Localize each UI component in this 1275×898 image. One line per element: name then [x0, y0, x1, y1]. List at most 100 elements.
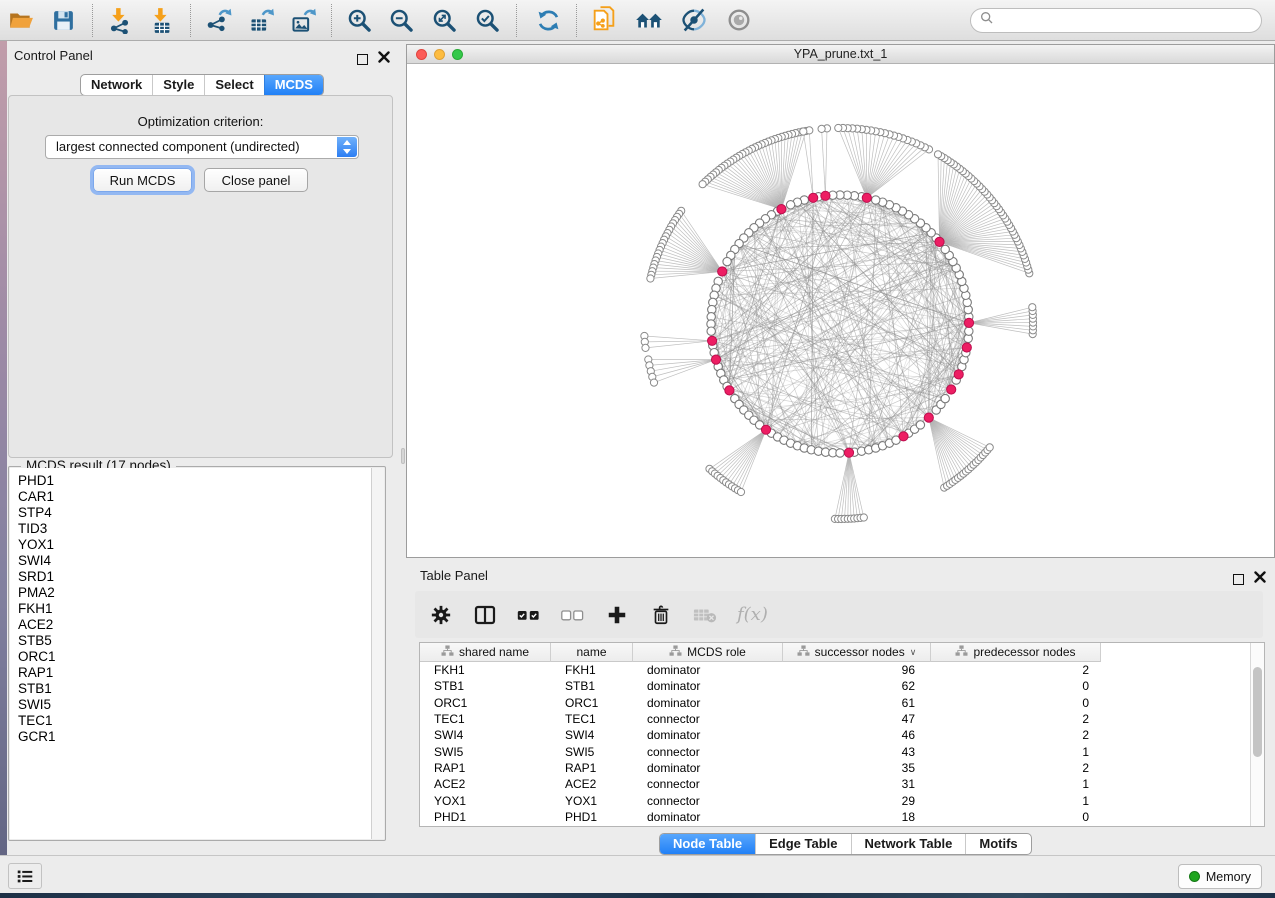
- export-network-icon[interactable]: [203, 5, 233, 35]
- mcds-result-item[interactable]: RAP1: [10, 665, 384, 681]
- network-canvas[interactable]: [407, 65, 1274, 557]
- zoom-in-icon[interactable]: [344, 5, 374, 35]
- table-row[interactable]: RAP1RAP1dominator352: [420, 760, 1250, 776]
- tab-edge-table[interactable]: Edge Table: [755, 834, 850, 854]
- zoom-fit-icon[interactable]: [429, 5, 459, 35]
- memory-button[interactable]: Memory: [1178, 864, 1262, 889]
- table-row[interactable]: ORC1ORC1dominator610: [420, 695, 1250, 711]
- table-row[interactable]: TEC1TEC1connector472: [420, 711, 1250, 727]
- network-window-titlebar[interactable]: YPA_prune.txt_1: [407, 45, 1274, 64]
- close-panel-button[interactable]: Close panel: [204, 168, 308, 192]
- mcds-result-item[interactable]: CAR1: [10, 489, 384, 505]
- table-scrollbar-thumb[interactable]: [1253, 667, 1262, 757]
- show-all-houses-icon[interactable]: [634, 5, 664, 35]
- splitter-handle[interactable]: [401, 448, 405, 464]
- close-panel-icon[interactable]: [378, 50, 390, 68]
- float-panel-icon[interactable]: [1233, 574, 1244, 585]
- shared-column-icon: [955, 645, 968, 660]
- mcds-result-item[interactable]: TEC1: [10, 713, 384, 729]
- table-row[interactable]: FKH1FKH1dominator962: [420, 662, 1250, 678]
- tab-motifs[interactable]: Motifs: [965, 834, 1030, 854]
- column-header-shared-name[interactable]: shared name: [420, 643, 551, 662]
- mcds-result-item[interactable]: ORC1: [10, 649, 384, 665]
- export-table-icon[interactable]: [245, 5, 275, 35]
- mcds-result-item[interactable]: YOX1: [10, 537, 384, 553]
- mcds-result-item[interactable]: TID3: [10, 521, 384, 537]
- mcds-result-item[interactable]: STB1: [10, 681, 384, 697]
- mcds-list-scrollbar[interactable]: [371, 468, 384, 839]
- float-panel-icon[interactable]: [357, 54, 368, 65]
- network-window: YPA_prune.txt_1: [406, 44, 1275, 558]
- tab-network[interactable]: Network: [81, 75, 152, 95]
- open-file-icon[interactable]: [6, 5, 36, 35]
- mcds-result-item[interactable]: SWI5: [10, 697, 384, 713]
- table-cell: connector: [633, 712, 783, 726]
- mcds-result-item[interactable]: STP4: [10, 505, 384, 521]
- hide-selected-icon[interactable]: [679, 5, 709, 35]
- table-row[interactable]: PHD1PHD1dominator180: [420, 809, 1250, 825]
- column-header-mcds-role[interactable]: MCDS role: [633, 643, 783, 662]
- desktop-wallpaper-strip: [0, 893, 1275, 898]
- network-window-title: YPA_prune.txt_1: [407, 47, 1274, 61]
- import-network-icon[interactable]: [104, 5, 134, 35]
- save-session-icon[interactable]: [48, 5, 78, 35]
- import-table-icon[interactable]: [146, 5, 176, 35]
- tab-network-table[interactable]: Network Table: [851, 834, 966, 854]
- table-cell: 1: [931, 745, 1101, 759]
- table-row[interactable]: SWI5SWI5connector431: [420, 743, 1250, 759]
- mcds-result-item[interactable]: FKH1: [10, 601, 384, 617]
- mcds-result-item[interactable]: STB5: [10, 633, 384, 649]
- mcds-result-item[interactable]: SWI4: [10, 553, 384, 569]
- column-layout-icon[interactable]: [473, 603, 497, 627]
- mcds-result-item[interactable]: SRD1: [10, 569, 384, 585]
- select-all-columns-icon[interactable]: [517, 603, 541, 627]
- table-panel-tabs: Node TableEdge TableNetwork TableMotifs: [659, 833, 1032, 855]
- mcds-result-item[interactable]: GCR1: [10, 729, 384, 745]
- tab-style[interactable]: Style: [152, 75, 204, 95]
- table-toolbar: f(x): [415, 591, 1263, 638]
- table-row[interactable]: YOX1YOX1connector291: [420, 792, 1250, 808]
- unselect-all-columns-icon[interactable]: [561, 603, 585, 627]
- table-cell: 1: [931, 794, 1101, 808]
- table-cell: connector: [633, 745, 783, 759]
- optimization-criterion-value: largest connected component (undirected): [56, 139, 300, 154]
- table-cell: 43: [783, 745, 931, 759]
- tab-select[interactable]: Select: [204, 75, 263, 95]
- table-cell: SWI5: [551, 745, 633, 759]
- export-image-icon[interactable]: [287, 5, 317, 35]
- table-scrollbar[interactable]: [1250, 643, 1264, 826]
- zoom-selected-icon[interactable]: [472, 5, 502, 35]
- table-row[interactable]: SWI4SWI4dominator462: [420, 727, 1250, 743]
- column-header-predecessor-nodes[interactable]: predecessor nodes: [931, 643, 1101, 662]
- show-hidden-eye-icon[interactable]: [724, 5, 754, 35]
- layout-refresh-icon[interactable]: [533, 5, 563, 35]
- table-cell: 0: [931, 679, 1101, 693]
- mcds-result-item[interactable]: PHD1: [10, 473, 384, 489]
- table-settings-gear-icon[interactable]: [429, 603, 453, 627]
- table-row[interactable]: ACE2ACE2connector311: [420, 776, 1250, 792]
- optimization-criterion-label: Optimization criterion:: [9, 114, 392, 129]
- close-panel-icon[interactable]: [1254, 570, 1266, 588]
- column-header-successor-nodes[interactable]: successor nodes∨: [783, 643, 931, 662]
- optimization-criterion-select[interactable]: largest connected component (undirected): [45, 135, 359, 159]
- table-row[interactable]: STB1STB1dominator620: [420, 678, 1250, 694]
- mcds-result-item[interactable]: PMA2: [10, 585, 384, 601]
- task-history-button[interactable]: [8, 863, 42, 889]
- mcds-result-list[interactable]: PHD1CAR1STP4TID3YOX1SWI4SRD1PMA2FKH1ACE2…: [10, 468, 384, 839]
- column-header-name[interactable]: name: [551, 643, 633, 662]
- tab-node-table[interactable]: Node Table: [660, 834, 755, 854]
- table-cell: ORC1: [551, 696, 633, 710]
- table-cell: FKH1: [551, 663, 633, 677]
- delete-column-icon[interactable]: [649, 603, 673, 627]
- tab-mcds[interactable]: MCDS: [264, 75, 323, 95]
- add-column-icon[interactable]: [605, 603, 629, 627]
- search-input[interactable]: [1001, 11, 1261, 31]
- node-table-body[interactable]: FKH1FKH1dominator962STB1STB1dominator620…: [420, 662, 1250, 826]
- clone-network-icon[interactable]: [589, 5, 619, 35]
- table-cell: ACE2: [551, 777, 633, 791]
- mcds-result-item[interactable]: ACE2: [10, 617, 384, 633]
- table-cell: dominator: [633, 663, 783, 677]
- search-field[interactable]: [970, 8, 1262, 33]
- zoom-out-icon[interactable]: [386, 5, 416, 35]
- run-mcds-button[interactable]: Run MCDS: [93, 168, 192, 192]
